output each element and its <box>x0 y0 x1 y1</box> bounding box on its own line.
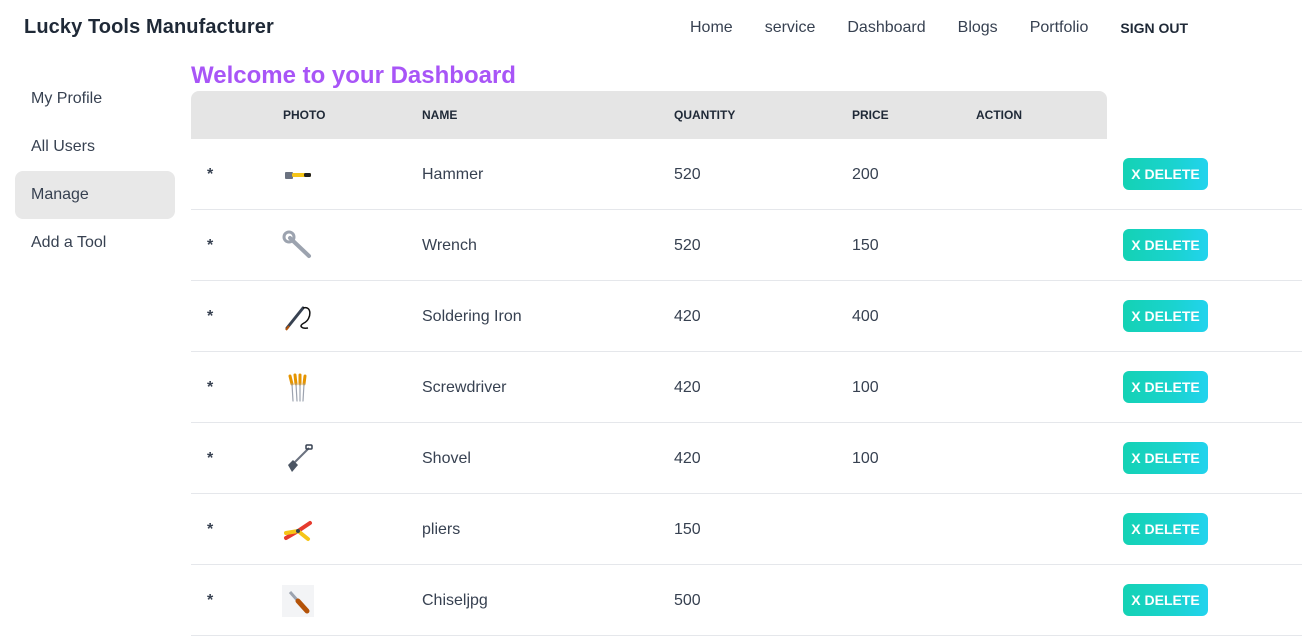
table-header: PHOTO NAME QUANTITY PRICE ACTION <box>191 91 1107 139</box>
tool-price: 150 <box>852 236 879 254</box>
table-row: * pliers 150 X DELETE <box>191 494 1302 565</box>
column-header-quantity: QUANTITY <box>674 108 736 122</box>
tool-name: Hammer <box>422 165 484 183</box>
page-title: Welcome to your Dashboard <box>191 62 516 89</box>
table-row: * Screwdriver 420 100 X DELETE <box>191 352 1302 423</box>
tool-name: Chiseljpg <box>422 591 488 609</box>
hammer-icon <box>282 159 314 191</box>
tool-quantity: 520 <box>674 165 701 183</box>
sign-out-button[interactable]: SIGN OUT <box>1104 20 1204 36</box>
tool-quantity: 500 <box>674 591 701 609</box>
table-row: * Hammer 520 200 X DELETE <box>191 139 1302 210</box>
shovel-icon <box>282 443 314 475</box>
tool-price: 100 <box>852 449 879 467</box>
row-marker: * <box>207 520 214 538</box>
tool-name: Wrench <box>422 236 477 254</box>
table-row: * Chiseljpg 500 X DELETE <box>191 565 1302 636</box>
pliers-icon <box>282 514 314 546</box>
tool-price: 100 <box>852 378 879 396</box>
nav-service[interactable]: service <box>749 19 832 37</box>
sidebar-item-add-a-tool[interactable]: Add a Tool <box>15 219 175 267</box>
delete-button[interactable]: X DELETE <box>1123 300 1208 332</box>
delete-button[interactable]: X DELETE <box>1123 442 1208 474</box>
chisel-icon <box>282 584 314 617</box>
nav-blogs[interactable]: Blogs <box>942 19 1014 37</box>
table-row: * Shovel 420 100 X DELETE <box>191 423 1302 494</box>
tools-table: PHOTO NAME QUANTITY PRICE ACTION * Hammer… <box>191 91 1302 636</box>
sidebar-item-all-users[interactable]: All Users <box>15 123 175 171</box>
tool-name: Screwdriver <box>422 378 507 396</box>
table-row: * Wrench 520 150 X DELETE <box>191 210 1302 281</box>
tool-quantity: 150 <box>674 520 701 538</box>
column-header-name: NAME <box>422 108 458 122</box>
delete-button[interactable]: X DELETE <box>1123 371 1208 403</box>
soldering-iron-icon <box>282 301 314 333</box>
table-row: * Soldering Iron 420 400 X DELETE <box>191 281 1302 352</box>
tool-quantity: 420 <box>674 449 701 467</box>
tool-price: 200 <box>852 165 879 183</box>
tool-quantity: 420 <box>674 378 701 396</box>
screwdriver-icon <box>282 372 314 404</box>
tool-quantity: 420 <box>674 307 701 325</box>
brand-title[interactable]: Lucky Tools Manufacturer <box>24 16 274 39</box>
row-marker: * <box>207 449 214 467</box>
nav-home[interactable]: Home <box>674 19 749 37</box>
row-marker: * <box>207 165 214 183</box>
row-marker: * <box>207 307 214 325</box>
row-marker: * <box>207 378 214 396</box>
delete-button[interactable]: X DELETE <box>1123 584 1208 616</box>
navbar: Lucky Tools Manufacturer Home service Da… <box>0 0 1302 56</box>
tool-price: 400 <box>852 307 879 325</box>
column-header-action: ACTION <box>976 108 1022 122</box>
tool-name: pliers <box>422 520 461 538</box>
sidebar: My Profile All Users Manage Add a Tool <box>15 75 175 267</box>
nav-links: Home service Dashboard Blogs Portfolio S… <box>674 0 1204 56</box>
sidebar-item-my-profile[interactable]: My Profile <box>15 75 175 123</box>
row-marker: * <box>207 591 214 609</box>
wrench-icon <box>282 230 314 262</box>
column-header-price: PRICE <box>852 108 889 122</box>
table-body: * Hammer 520 200 X DELETE * Wrench 520 150 X DELE… <box>191 139 1302 636</box>
delete-button[interactable]: X DELETE <box>1123 158 1208 190</box>
delete-button[interactable]: X DELETE <box>1123 229 1208 261</box>
sidebar-item-manage[interactable]: Manage <box>15 171 175 219</box>
tool-name: Soldering Iron <box>422 307 522 325</box>
delete-button[interactable]: X DELETE <box>1123 513 1208 545</box>
nav-portfolio[interactable]: Portfolio <box>1014 19 1105 37</box>
tool-quantity: 520 <box>674 236 701 254</box>
column-header-photo: PHOTO <box>283 108 326 122</box>
row-marker: * <box>207 236 214 254</box>
nav-dashboard[interactable]: Dashboard <box>831 19 941 37</box>
tool-name: Shovel <box>422 449 471 467</box>
